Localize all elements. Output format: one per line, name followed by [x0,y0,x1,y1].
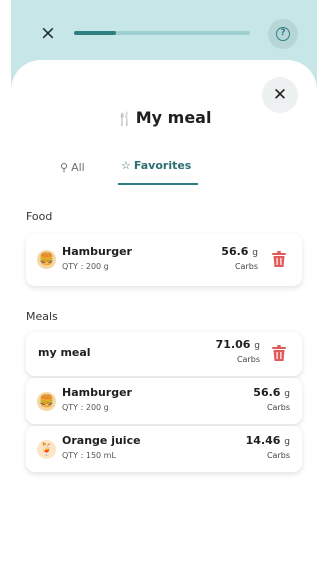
meal-item-card[interactable]: 🍔 Hamburger QTY : 200 g 56.6 g Carbs [26,378,302,424]
tab-favorites[interactable]: ☆ Favorites [118,159,198,185]
food-item-carbs-label: Carbs [234,262,258,271]
orange-juice-icon: 🍹 [37,440,56,459]
food-section-header: Food [26,210,53,223]
help-icon: ? [276,27,290,41]
progress-header: × ? [11,0,317,66]
meal-carbs-value: 71.06 g [215,338,260,351]
meal-item-name: Orange juice [62,434,141,447]
search-icon: ⚲ [60,161,69,174]
meal-name: my meal [38,346,91,359]
trash-icon[interactable] [271,251,287,268]
app-frame: × ? ✕ 🍴 My meal ⚲ All ☆ Favorites Food 🍔 Ha… [11,0,317,566]
tab-favorites-label: Favorites [133,159,192,172]
meal-item-carbs-label: Carbs [266,451,290,460]
meal-item-name: Hamburger [62,386,132,399]
food-item-card[interactable]: 🍔 Hamburger QTY : 200 g 56.6 g Carbs [26,234,302,286]
meal-item-carbs-value: 56.6 g [253,386,290,399]
fork-knife-icon: 🍴 [116,112,133,127]
hamburger-icon: 🍔 [37,392,56,411]
food-item-qty: QTY : 200 g [62,262,109,271]
progress-track [74,31,250,35]
progress-fill [74,31,117,35]
my-meal-sheet: ✕ 🍴 My meal ⚲ All ☆ Favorites Food 🍔 Hambur… [11,60,317,566]
tab-active-indicator [118,183,198,185]
trash-icon[interactable] [271,345,287,362]
tab-all[interactable]: ⚲ All [60,161,85,174]
meal-carbs-label: Carbs [236,355,260,364]
close-icon[interactable]: × [37,22,59,44]
meal-item-carbs-value: 14.46 g [245,434,290,447]
food-item-carbs-value: 56.6 g [221,245,258,258]
meal-item-qty: QTY : 200 g [62,403,109,412]
meal-item-card[interactable]: 🍹 Orange juice QTY : 150 mL 14.46 g Carb… [26,426,302,472]
help-button[interactable]: ? [268,19,298,49]
hamburger-icon: 🍔 [37,250,56,269]
star-icon: ☆ [121,159,131,172]
meal-card[interactable]: my meal 71.06 g Carbs [26,332,302,376]
meal-item-carbs-label: Carbs [266,403,290,412]
food-item-name: Hamburger [62,245,132,258]
meals-section-header: Meals [26,310,58,323]
page-title: 🍴 My meal [11,108,317,127]
tab-all-label: All [71,161,85,174]
meal-item-qty: QTY : 150 mL [62,451,116,460]
page-title-text: My meal [135,108,212,127]
